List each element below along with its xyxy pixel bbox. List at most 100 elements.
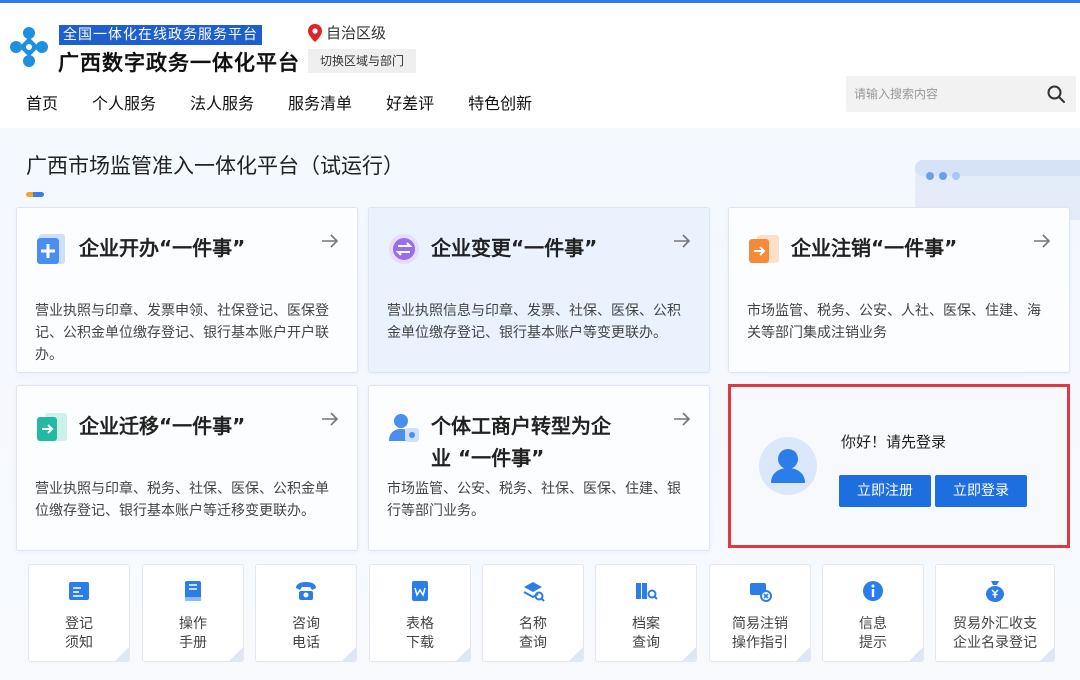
tool-label: 须知 xyxy=(65,635,93,651)
info-icon xyxy=(863,581,883,601)
main-nav: 首页 个人服务 法人服务 服务清单 好差评 特色创新 xyxy=(26,90,566,114)
desc-line: 位缴存登记、银行基本账户等迁移变更联办。 xyxy=(35,503,315,519)
register-button[interactable]: 立即注册 xyxy=(839,475,931,507)
card-title: 企业注销“一件事” xyxy=(791,236,958,260)
tool-info-notice[interactable]: 信息 提示 xyxy=(822,564,924,662)
tool-name-query[interactable]: 名称 查询 xyxy=(482,564,584,662)
desc-line: 市场监管、税务、公安、人社、医保、住建、海 xyxy=(747,303,1041,319)
switch-region-button[interactable]: 切换区域与部门 xyxy=(308,49,416,73)
card-enterprise-startup[interactable]: 企业开办“一件事” 营业执照与印章、发票申领、社保登记、医保登 记、公积金单位缴… xyxy=(16,207,358,373)
card-title-line: 个体工商户转型为企 xyxy=(431,414,611,438)
exit-document-icon xyxy=(749,235,779,263)
card-description: 营业执照与印章、税务、社保、医保、公积金单 位缴存登记、银行基本账户等迁移变更联… xyxy=(35,478,329,522)
desc-line: 营业执照与印章、发票申领、社保登记、医保登 xyxy=(35,303,329,319)
archive-icon xyxy=(636,583,658,600)
tool-user-manual[interactable]: 操作 手册 xyxy=(142,564,244,662)
tool-label: 登记 xyxy=(65,616,93,632)
card-description: 营业执照信息与印章、发票、社保、医保、公积 金单位缴存登记、银行基本账户等变更联… xyxy=(387,300,681,344)
arrow-right-icon xyxy=(1034,234,1051,248)
nav-item-personal[interactable]: 个人服务 xyxy=(92,90,156,114)
tool-label: 手册 xyxy=(179,635,207,651)
corner-fold xyxy=(909,647,923,661)
card-description: 市场监管、公安、税务、社保、医保、住建、银 行等部门业务。 xyxy=(387,478,681,522)
tool-label: 贸易外汇收支 xyxy=(953,616,1037,632)
tool-label: 查询 xyxy=(632,635,660,651)
desc-line: 记、公积金单位缴存登记、银行基本账户开户联 xyxy=(35,325,329,341)
manual-icon xyxy=(185,581,201,601)
money-bag-icon xyxy=(986,581,1004,602)
card-enterprise-migration[interactable]: 企业迁移“一件事” 营业执照与印章、税务、社保、医保、公积金单 位缴存登记、银行… xyxy=(16,385,358,551)
corner-fold xyxy=(682,647,696,661)
tool-label: 查询 xyxy=(519,635,547,651)
tool-label: 电话 xyxy=(292,635,320,651)
desc-line: 营业执照与印章、税务、社保、医保、公积金单 xyxy=(35,481,329,497)
tool-label: 档案 xyxy=(632,616,660,632)
login-greeting: 你好！请先登录 xyxy=(841,433,947,451)
location-pin-icon xyxy=(308,23,322,42)
login-panel: 你好！请先登录 立即注册 立即登录 xyxy=(728,384,1070,548)
tool-archive-query[interactable]: 档案 查询 xyxy=(595,564,697,662)
card-title: 个体工商户转型为企 业 “一件事” xyxy=(431,410,611,474)
migration-icon xyxy=(37,413,67,441)
tool-simple-cancel-guide[interactable]: 简易注销 操作指引 xyxy=(709,564,811,662)
platform-tagline: 全国一体化在线政务服务平台 xyxy=(59,25,262,45)
page-title: 广西市场监管准入一体化平台（试运行） xyxy=(26,154,404,178)
card-title-line: 业 “一件事” xyxy=(431,446,545,470)
search-icon[interactable] xyxy=(1046,84,1066,104)
desc-line: 关等部门集成注销业务 xyxy=(747,325,887,341)
region-selector[interactable]: 自治区级 xyxy=(308,22,386,43)
card-description: 营业执照与印章、发票申领、社保登记、医保登 记、公积金单位缴存登记、银行基本账户… xyxy=(35,300,329,366)
card-title: 企业迁移“一件事” xyxy=(79,414,246,438)
arrow-right-icon xyxy=(322,234,339,248)
corner-fold xyxy=(456,647,470,661)
nav-item-home[interactable]: 首页 xyxy=(26,90,58,114)
platform-brand-name: 广西数字政务一体化平台 xyxy=(58,51,300,75)
tool-label: 简易注销 xyxy=(732,616,788,632)
tool-label: 表格 xyxy=(406,616,434,632)
avatar xyxy=(759,437,817,495)
search-input[interactable] xyxy=(846,76,1052,112)
tool-forex-registration[interactable]: 贸易外汇收支 企业名录登记 xyxy=(935,564,1055,662)
tool-label: 提示 xyxy=(859,635,887,651)
word-doc-icon xyxy=(412,581,428,601)
tool-label: 咨询 xyxy=(292,616,320,632)
nav-item-rating[interactable]: 好差评 xyxy=(386,90,434,114)
corner-fold xyxy=(796,647,810,661)
register-notice-icon xyxy=(69,582,89,600)
arrow-right-icon xyxy=(322,412,339,426)
card-description: 市场监管、税务、公安、人社、医保、住建、海 关等部门集成注销业务 xyxy=(747,300,1041,344)
card-enterprise-cancellation[interactable]: 企业注销“一件事” 市场监管、税务、公安、人社、医保、住建、海 关等部门集成注销… xyxy=(728,207,1070,373)
login-button[interactable]: 立即登录 xyxy=(935,475,1027,507)
tool-label: 下载 xyxy=(406,635,434,651)
simple-cancel-icon xyxy=(750,583,772,602)
corner-fold xyxy=(569,647,583,661)
corner-fold xyxy=(1040,647,1054,661)
card-individual-to-enterprise[interactable]: 个体工商户转型为企 业 “一件事” 市场监管、公安、税务、社保、医保、住建、银 … xyxy=(368,385,710,551)
desc-line: 营业执照信息与印章、发票、社保、医保、公积 xyxy=(387,303,681,319)
arrow-right-icon xyxy=(674,234,691,248)
user-icon xyxy=(771,449,805,483)
exchange-icon xyxy=(389,234,419,264)
desc-line: 市场监管、公安、税务、社保、医保、住建、银 xyxy=(387,481,681,497)
name-query-icon xyxy=(523,582,545,602)
arrow-right-icon xyxy=(674,412,691,426)
nav-item-legal-person[interactable]: 法人服务 xyxy=(190,90,254,114)
tool-form-download[interactable]: 表格 下载 xyxy=(369,564,471,662)
region-label: 自治区级 xyxy=(326,24,387,42)
nav-item-service-list[interactable]: 服务清单 xyxy=(288,90,352,114)
corner-fold xyxy=(342,647,356,661)
corner-fold xyxy=(115,647,129,661)
card-title: 企业开办“一件事” xyxy=(79,236,246,260)
desc-line: 行等部门业务。 xyxy=(387,503,485,519)
corner-fold xyxy=(229,647,243,661)
nav-item-featured[interactable]: 特色创新 xyxy=(468,90,532,114)
tool-consult-phone[interactable]: 咨询 电话 xyxy=(255,564,357,662)
user-transform-icon xyxy=(389,414,419,442)
platform-logo xyxy=(10,27,48,67)
desc-line: 金单位缴存登记、银行基本账户等变更联办。 xyxy=(387,325,667,341)
search-box xyxy=(846,76,1076,112)
tool-label: 操作 xyxy=(179,616,207,632)
tool-label: 信息 xyxy=(859,616,887,632)
tool-registration-notice[interactable]: 登记 须知 xyxy=(28,564,130,662)
card-enterprise-change[interactable]: 企业变更“一件事” 营业执照信息与印章、发票、社保、医保、公积 金单位缴存登记、… xyxy=(368,207,710,373)
